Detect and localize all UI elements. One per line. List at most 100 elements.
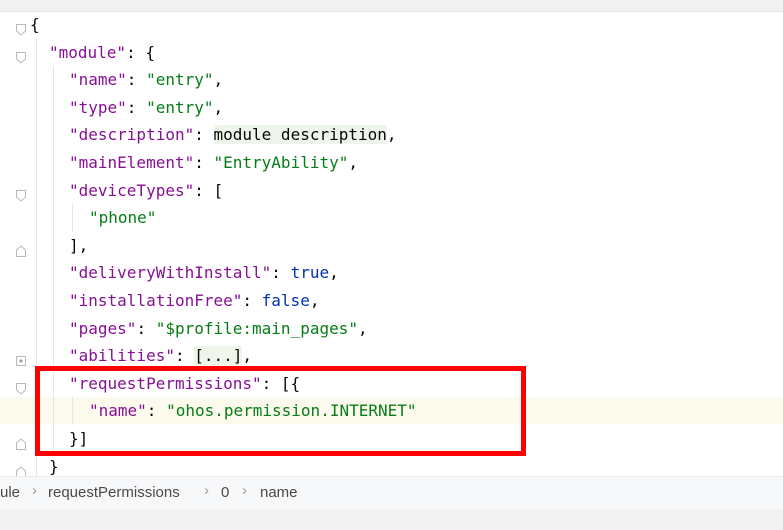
indent-guide <box>36 39 37 67</box>
code-line[interactable]: "description": module description, <box>0 121 783 149</box>
code-text: "description": module description, <box>69 121 397 148</box>
indent-guide <box>53 121 54 149</box>
fold-open-icon[interactable] <box>15 377 27 395</box>
code-token: , <box>386 125 397 144</box>
code-token: , <box>329 263 339 282</box>
breadcrumb-item-index[interactable]: 0 <box>221 484 229 501</box>
fold-end-icon[interactable] <box>15 460 27 478</box>
code-token: , <box>348 153 358 172</box>
code-line[interactable]: "installationFree": false, <box>0 287 783 315</box>
indent-guide <box>36 232 37 260</box>
code-text: "pages": "$profile:main_pages", <box>69 315 368 342</box>
code-editor[interactable]: {"module": {"name": "entry", "type": "ent… <box>0 11 783 487</box>
fold-open-icon[interactable] <box>15 46 27 64</box>
code-text: "deliveryWithInstall": true, <box>69 259 339 286</box>
code-token: "entry" <box>146 70 214 89</box>
indent-guide <box>36 94 37 122</box>
code-token: "abilities" <box>69 346 175 365</box>
code-text: "deviceTypes": [ <box>69 177 223 204</box>
fold-closed-icon[interactable] <box>15 349 27 366</box>
indent-guide <box>53 177 54 205</box>
status-strip <box>0 509 783 530</box>
indent-guide <box>36 204 37 232</box>
code-token: "requestPermissions" <box>69 374 262 393</box>
code-line[interactable]: "deliveryWithInstall": true, <box>0 259 783 287</box>
indent-guide <box>53 425 54 453</box>
code-token: { <box>30 15 40 34</box>
code-token: "$profile:main_pages" <box>155 319 358 338</box>
code-line[interactable]: "type": "entry", <box>0 94 783 122</box>
fold-end-icon[interactable] <box>15 239 27 257</box>
code-line[interactable]: "pages": "$profile:main_pages", <box>0 315 783 343</box>
breadcrumb-item-requestPermissions[interactable]: requestPermissions <box>48 484 180 501</box>
indent-guide <box>36 397 37 425</box>
code-token: "deliveryWithInstall" <box>69 263 272 282</box>
indent-guide <box>53 232 54 260</box>
indent-guide <box>36 259 37 287</box>
code-line[interactable]: "deviceTypes": [ <box>0 177 783 205</box>
indent-guide <box>36 66 37 94</box>
code-text: "installationFree": false, <box>69 287 319 314</box>
code-line[interactable]: "abilities": [...], <box>0 342 783 370</box>
code-token: false <box>261 291 310 310</box>
indent-guide <box>53 287 54 315</box>
fold-end-icon[interactable] <box>15 432 27 450</box>
indent-guide <box>53 204 54 232</box>
code-text: }] <box>69 425 88 452</box>
code-token: : <box>271 263 291 282</box>
code-text: "module": { <box>49 39 155 66</box>
indent-guide <box>53 342 54 370</box>
indent-guide <box>53 315 54 343</box>
code-line[interactable]: "name": "ohos.permission.INTERNET" <box>0 397 783 425</box>
code-token: , <box>213 98 224 117</box>
code-token: "description" <box>69 125 195 144</box>
code-token: module description <box>213 125 387 144</box>
code-token: , <box>213 70 224 89</box>
code-token: : <box>136 319 156 338</box>
indent-guide <box>36 287 37 315</box>
code-token: "name" <box>69 70 127 89</box>
code-line[interactable]: ], <box>0 232 783 260</box>
code-token: "mainElement" <box>69 153 195 172</box>
code-line[interactable]: }] <box>0 425 783 453</box>
code-token: : <box>146 401 167 420</box>
code-line[interactable]: "phone" <box>0 204 783 232</box>
indent-guide <box>53 259 54 287</box>
code-token: [...] <box>194 346 243 365</box>
code-token: : <box>194 125 214 144</box>
indent-guide <box>53 370 54 398</box>
code-token: : { <box>126 43 155 62</box>
code-token: , <box>242 346 253 365</box>
code-token: : <box>126 70 147 89</box>
code-text: "mainElement": "EntryAbility", <box>69 149 358 176</box>
code-token: "module" <box>49 43 127 62</box>
code-token: "deviceTypes" <box>69 181 195 200</box>
code-text: "name": "ohos.permission.INTERNET" <box>89 397 417 424</box>
code-token: "EntryAbility" <box>213 153 349 172</box>
code-text: "requestPermissions": [{ <box>69 370 300 397</box>
code-line[interactable]: "name": "entry", <box>0 66 783 94</box>
code-token: "ohos.permission.INTERNET" <box>166 401 417 420</box>
code-line[interactable]: "module": { <box>0 39 783 67</box>
code-token: "entry" <box>146 98 214 117</box>
code-line[interactable]: "requestPermissions": [{ <box>0 370 783 398</box>
code-token: "pages" <box>69 319 137 338</box>
code-text: { <box>30 11 40 38</box>
code-line[interactable]: { <box>0 11 783 38</box>
code-token: ], <box>69 236 89 255</box>
code-text: "type": "entry", <box>69 94 223 121</box>
indent-guide <box>53 66 54 94</box>
code-token: : <box>242 291 262 310</box>
breadcrumb-separator: › <box>242 482 247 499</box>
code-token: : <box>174 346 195 365</box>
indent-guide <box>36 149 37 177</box>
indent-guide <box>72 204 73 232</box>
indent-guide <box>53 397 54 425</box>
breadcrumb-item-name[interactable]: name <box>260 484 298 501</box>
code-line[interactable]: "mainElement": "EntryAbility", <box>0 149 783 177</box>
breadcrumb-item-module[interactable]: ule <box>0 484 20 501</box>
indent-guide <box>53 149 54 177</box>
fold-open-icon[interactable] <box>15 18 27 36</box>
indent-guide <box>36 425 37 453</box>
fold-open-icon[interactable] <box>15 184 27 202</box>
